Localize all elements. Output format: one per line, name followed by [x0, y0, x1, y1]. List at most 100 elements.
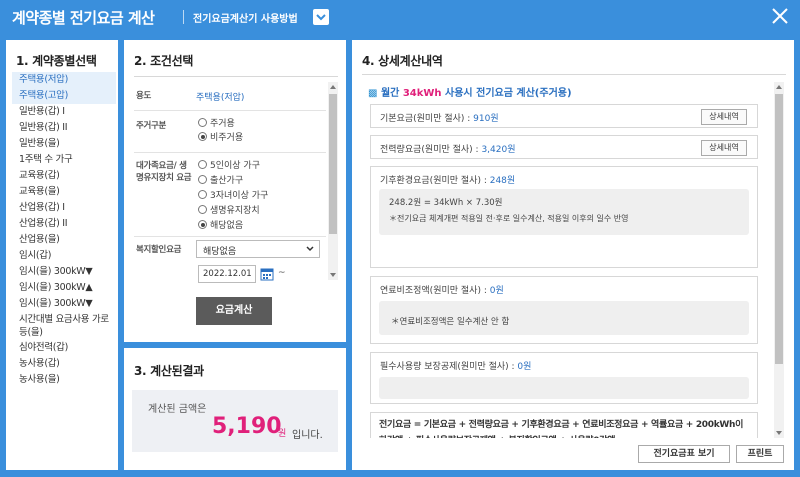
welfare-select[interactable]: 해당없음 [196, 240, 320, 258]
detail-scroll-area: ▩ 월간 34kWh 사용시 전기요금 계산(주거용) 기본요금(원미만 절사)… [362, 80, 774, 438]
subtitle-pre: 월간 [380, 88, 400, 99]
essential-deduct-value: 0원 [517, 362, 532, 372]
family-option-5[interactable]: 5인이상 가구 [198, 160, 260, 172]
scroll-up-icon[interactable] [330, 85, 336, 89]
usage-label: 용도 [136, 91, 152, 101]
resident-option-home[interactable]: 주거용 [198, 118, 235, 130]
base-detail-button[interactable]: 상세내역 [701, 109, 747, 125]
contract-item[interactable]: 산업용(을) [12, 232, 116, 248]
print-button[interactable]: 프린트 [736, 445, 784, 463]
heading-divider [362, 74, 786, 75]
row-divider [134, 152, 326, 153]
base-charge-value: 910원 [473, 114, 499, 124]
contract-item[interactable]: 산업용(갑) I [12, 200, 116, 216]
scroll-thumb[interactable] [329, 94, 337, 234]
conditions-scrollbar[interactable] [328, 82, 338, 280]
family-option-birth[interactable]: 출산가구 [198, 175, 243, 187]
family-option-none[interactable]: 해당없음 [198, 220, 243, 232]
energy-detail-button[interactable]: 상세내역 [701, 140, 747, 156]
usage-value: 주택용(저압) [196, 93, 245, 103]
contract-item[interactable]: 임시(을) 300kW▼ [12, 296, 116, 312]
close-icon[interactable] [770, 6, 790, 26]
contract-item[interactable]: 농사용(갑) [12, 356, 116, 372]
title-bar: 계약종별 전기요금 계산 전기요금계산기 사용방법 [0, 0, 800, 34]
climate-formula: 248.2원 = 34kWh × 7.30원 [389, 198, 503, 208]
radio-checked-icon [198, 220, 207, 229]
detail-subtitle: ▩ 월간 34kWh 사용시 전기요금 계산(주거용) [368, 84, 572, 99]
result-box: 계산된 금액은 5,190 원 입니다. [132, 390, 338, 452]
radio-icon [198, 190, 207, 199]
radio-icon [198, 175, 207, 184]
radio-label: 3자녀이상 가구 [210, 191, 269, 201]
fuel-adjust-value: 0원 [489, 286, 504, 296]
radio-label: 출산가구 [210, 176, 244, 186]
contract-type-panel: 1. 계약종별선택 주택용(저압) 주택용(고압) 일반용(갑) I 일반용(갑… [6, 40, 118, 470]
detail-scrollbar[interactable] [774, 82, 784, 438]
contract-item[interactable]: 주택용(저압) [12, 72, 116, 88]
contract-type-heading: 1. 계약종별선택 [16, 54, 97, 68]
result-amount: 5,190 [212, 414, 282, 439]
climate-detail-box: 248.2원 = 34kWh × 7.30원 ＊전기요금 체계개편 적용일 전·… [379, 189, 749, 235]
date-input[interactable]: 2022.12.01 [198, 265, 256, 283]
scroll-thumb[interactable] [775, 94, 783, 364]
contract-item[interactable]: 교육용(갑) [12, 168, 116, 184]
scroll-down-icon[interactable] [776, 431, 782, 435]
contract-item[interactable]: 임시(갑) [12, 248, 116, 264]
contract-item[interactable]: 일반용(을) [12, 136, 116, 152]
conditions-panel: 2. 조건선택 용도 주택용(저압) 주거구분 주거용 비주거용 대가족요금/ … [124, 40, 346, 342]
scroll-up-icon[interactable] [776, 85, 782, 89]
resident-option-nonhome[interactable]: 비주거용 [198, 132, 243, 144]
subtitle-mark: ▩ [368, 88, 378, 99]
contract-item[interactable]: 일반용(갑) I [12, 104, 116, 120]
chevron-down-icon[interactable] [313, 9, 329, 25]
contract-item[interactable]: 심야전력(갑) [12, 340, 116, 356]
radio-icon [198, 118, 207, 127]
fuel-note: ＊연료비조정액은 일수계산 안 함 [391, 317, 510, 327]
result-unit: 원 [278, 429, 287, 439]
label-text: 필수사용량 보장공제(원미만 절사) : [380, 362, 518, 372]
climate-charge-label: 기후환경요금(원미만 절사) : 248원 [380, 173, 515, 186]
contract-item[interactable]: 시간대별 요금사용 가로등(을) [12, 312, 116, 340]
base-charge-row: 기본요금(원미만 절사) : 910원 상세내역 [370, 104, 758, 128]
result-heading: 3. 계산된결과 [134, 364, 204, 378]
detail-panel: 4. 상세계산내역 ▩ 월간 34kWh 사용시 전기요금 계산(주거용) 기본… [352, 40, 794, 470]
chevron-down-icon [306, 246, 314, 252]
contract-item[interactable]: 임시(을) 300kW▼ [12, 264, 116, 280]
scroll-down-icon[interactable] [330, 273, 336, 277]
contract-item[interactable]: 교육용(을) [12, 184, 116, 200]
result-label: 계산된 금액은 [148, 404, 207, 415]
calendar-icon[interactable] [260, 267, 274, 281]
howto-link[interactable]: 전기요금계산기 사용방법 [193, 10, 298, 25]
family-label: 대가족요금/ 생명유지장치 요금 [136, 161, 192, 183]
contract-type-list: 주택용(저압) 주택용(고압) 일반용(갑) I 일반용(갑) II 일반용(을… [12, 72, 116, 388]
welfare-label: 복지할인요금 [136, 245, 182, 255]
fuel-detail-box: ＊연료비조정액은 일수계산 안 함 [379, 301, 749, 335]
result-suffix: 입니다. [292, 430, 323, 441]
subtitle-post: 사용시 전기요금 계산(주거용) [445, 88, 572, 99]
radio-label: 5인이상 가구 [210, 161, 260, 171]
welfare-select-value: 해당없음 [203, 247, 237, 257]
contract-item[interactable]: 산업용(갑) II [12, 216, 116, 232]
contract-item[interactable]: 임시(을) 300kW▲ [12, 280, 116, 296]
radio-label: 비주거용 [210, 133, 244, 143]
family-option-life[interactable]: 생명유지장치 [198, 205, 260, 217]
heading-divider [134, 76, 338, 77]
contract-item[interactable]: 농사용(을) [12, 372, 116, 388]
window-title: 계약종별 전기요금 계산 [12, 9, 155, 27]
essential-deduct-row: 필수사용량 보장공제(원미만 절사) : 0원 [370, 352, 758, 404]
radio-icon [198, 205, 207, 214]
energy-charge-label: 전력량요금(원미만 절사) : 3,420원 [380, 142, 516, 155]
contract-item[interactable]: 주택용(고압) [12, 88, 116, 104]
calculate-button[interactable]: 요금계산 [196, 297, 272, 325]
title-separator [183, 10, 184, 24]
fuel-adjust-label: 연료비조정액(원미만 절사) : 0원 [380, 283, 504, 296]
climate-charge-row: 기후환경요금(원미만 절사) : 248원 248.2원 = 34kWh × 7… [370, 166, 758, 268]
essential-deduct-label: 필수사용량 보장공제(원미만 절사) : 0원 [380, 359, 531, 372]
row-divider [134, 110, 326, 111]
rate-table-button[interactable]: 전기요금표 보기 [638, 445, 730, 463]
fuel-adjust-row: 연료비조정액(원미만 절사) : 0원 ＊연료비조정액은 일수계산 안 함 [370, 276, 758, 344]
essential-detail-box [379, 377, 749, 399]
family-option-3kids[interactable]: 3자녀이상 가구 [198, 190, 268, 202]
contract-item[interactable]: 1주택 수 가구 [12, 152, 116, 168]
contract-item[interactable]: 일반용(갑) II [12, 120, 116, 136]
